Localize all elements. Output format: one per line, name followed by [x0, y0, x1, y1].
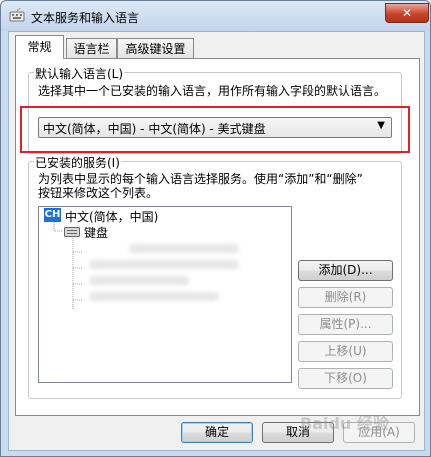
tree-item-keyboard[interactable]: 键盘 — [84, 224, 108, 241]
move-down-button[interactable]: 下移(O) — [298, 368, 393, 389]
tab-advanced-key-settings[interactable]: 高级键设置 — [117, 38, 194, 58]
window-title: 文本服务和输入语言 — [31, 11, 140, 25]
installed-services-description-line2: 按钮来修改这个列表。 — [38, 186, 159, 200]
watermark: Baidu 经验 — [300, 414, 389, 433]
add-button[interactable]: 添加(D)... — [298, 260, 393, 281]
keyboard-app-icon — [9, 8, 25, 22]
close-icon: ✕ — [401, 6, 413, 20]
title-bar[interactable]: 文本服务和输入语言 ✕ — [1, 1, 430, 31]
move-up-button[interactable]: 上移(U) — [298, 341, 393, 362]
tab-general[interactable]: 常规 — [15, 35, 64, 59]
redacted-entry — [129, 244, 239, 253]
tab-language-bar[interactable]: 语言栏 — [66, 38, 117, 58]
installed-services-tree[interactable]: CH 中文(简体，中国) 键盘 — [38, 206, 292, 383]
tab-language-bar-label: 语言栏 — [73, 42, 110, 56]
default-language-description: 选择其中一个已安装的输入语言，用作所有输入字段的默认语言。 — [38, 84, 387, 98]
installed-services-description-line1: 为列表中显示的每个输入语言选择服务。使用“添加”和“删除” — [38, 172, 363, 186]
default-language-selected-value: 中文(简体，中国) - 中文(简体) - 美式键盘 — [43, 122, 266, 136]
properties-button[interactable]: 属性(P)... — [298, 314, 393, 335]
chevron-down-icon: ▼ — [377, 120, 385, 131]
default-language-select[interactable]: 中文(简体，中国) - 中文(简体) - 美式键盘 ▼ — [38, 117, 392, 138]
redacted-entry — [89, 276, 189, 285]
language-badge-icon: CH — [44, 208, 61, 222]
remove-button[interactable]: 删除(R) — [298, 287, 393, 308]
default-language-group-title: 默认输入语言(L) — [34, 65, 125, 82]
close-button[interactable]: ✕ — [385, 3, 429, 23]
tab-general-label: 常规 — [27, 40, 52, 54]
redacted-entry — [89, 260, 239, 269]
redacted-entry — [89, 292, 219, 301]
tab-advanced-label: 高级键设置 — [125, 42, 186, 56]
ok-button[interactable]: 确定 — [181, 422, 253, 443]
installed-services-group-title: 已安装的服务(I) — [34, 154, 121, 171]
keyboard-icon — [64, 227, 80, 237]
